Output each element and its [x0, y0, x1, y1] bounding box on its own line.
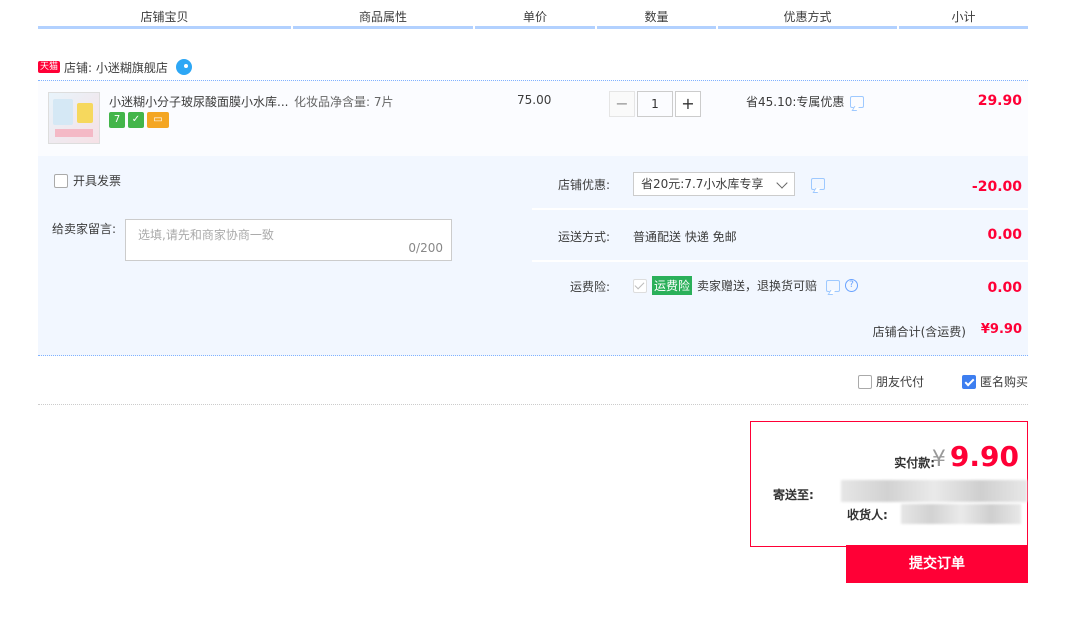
promotion-info-icon[interactable] [850, 95, 865, 108]
shipping-row: 运送方式: 普通配送 快递 免邮 0.00 [532, 210, 1028, 262]
friend-pay-checkbox[interactable] [857, 374, 872, 389]
tmall-badge: 天猫 [38, 61, 61, 73]
shop-total-label: 店铺合计(含运费) [872, 325, 966, 339]
discount-info-icon[interactable] [811, 178, 825, 190]
shop-total-row: 店铺合计(含运费) ¥9.90 [38, 305, 1028, 356]
quantity-input[interactable]: 1 [637, 91, 673, 117]
anonymous-checkbox[interactable] [961, 374, 976, 389]
product-attribute: 化妆品净含量: 7片 [294, 95, 394, 109]
shop-discount-row: 店铺优惠: 省20元:7.7小水库专享 -20.00 [532, 158, 1028, 210]
chat-seller-icon[interactable] [175, 59, 192, 75]
shipping-value: 0.00 [987, 227, 1022, 243]
column-header-attr: 商品属性 [293, 0, 473, 29]
actual-pay-label: 实付款: [894, 456, 935, 470]
column-header-subtotal: 小计 [899, 0, 1028, 29]
currency-symbol: ¥ [931, 447, 946, 472]
cart-item-row: 小迷糊小分子玻尿酸面膜小水库... 7 ✓ ▭ 化妆品净含量: 7片 75.00… [38, 80, 1028, 156]
insurance-chat-icon[interactable] [826, 279, 841, 292]
chevron-down-icon [776, 177, 788, 189]
item-promotion: 省45.10:专属优惠 [746, 93, 865, 110]
payment-summary: 实付款: ¥9.90 寄送至: 收货人: [750, 421, 1028, 547]
left-options: 开具发票 给卖家留言: 选填,请先和商家协商一致 0/200 [38, 156, 530, 305]
shop-total-value: ¥9.90 [980, 322, 1022, 337]
increase-quantity-button[interactable]: + [675, 91, 701, 117]
product-title[interactable]: 小迷糊小分子玻尿酸面膜小水库... [109, 93, 288, 110]
insurance-label: 运费险: [569, 280, 610, 294]
shop-row: 天猫 店铺: 小迷糊旗舰店 [38, 58, 192, 76]
product-thumbnail[interactable] [48, 92, 100, 144]
actual-pay-value: 9.90 [949, 440, 1019, 473]
item-subtotal: 29.90 [977, 93, 1022, 109]
shop-discount-select[interactable]: 省20元:7.7小水库专享 [633, 172, 795, 196]
friend-pay-label: 朋友代付 [875, 375, 924, 389]
insurance-value: 0.00 [987, 280, 1022, 296]
invoice-option[interactable]: 开具发票 [54, 172, 121, 189]
shop-discount-label: 店铺优惠: [557, 178, 610, 192]
anonymous-label: 匿名购买 [979, 375, 1028, 389]
promotion-text: 省45.10:专属优惠 [746, 95, 845, 109]
divider [38, 404, 1028, 405]
redacted-address [841, 480, 1027, 502]
friend-pay-option[interactable]: 朋友代付 [857, 373, 924, 390]
card-payment-icon: ▭ [147, 112, 169, 128]
service-badges: 7 ✓ ▭ [109, 112, 169, 128]
insurance-text: 卖家赠送，退换货可赔 [697, 279, 818, 293]
message-char-counter: 0/200 [408, 241, 443, 255]
message-label: 给卖家留言: [52, 222, 117, 236]
shipping-label: 运送方式: [557, 230, 610, 244]
receiver-label: 收货人: [847, 508, 888, 522]
guarantee-icon: ✓ [128, 112, 144, 128]
shop-discount-value: -20.00 [971, 179, 1022, 195]
right-options: 店铺优惠: 省20元:7.7小水库专享 -20.00 运送方式: 普通配送 快递… [532, 156, 1028, 305]
redacted-receiver [901, 504, 1021, 524]
invoice-checkbox[interactable] [54, 173, 68, 188]
seven-day-return-icon: 7 [109, 112, 125, 128]
decrease-quantity-button[interactable]: − [609, 91, 635, 117]
insurance-tag: 运费险 [652, 276, 693, 295]
shop-name[interactable]: 店铺: 小迷糊旗舰店 [64, 59, 168, 76]
payment-options: 朋友代付 匿名购买 [857, 373, 1028, 390]
column-header-quantity: 数量 [597, 0, 716, 29]
ship-to-label: 寄送至: [773, 488, 814, 502]
order-options-panel: 开具发票 给卖家留言: 选填,请先和商家协商一致 0/200 店铺优惠: 省20… [38, 156, 1028, 305]
column-header-promotion: 优惠方式 [718, 0, 897, 29]
insurance-checkbox [633, 278, 647, 293]
column-header-item: 店铺宝贝 [38, 0, 291, 29]
shop-discount-selected: 省20元:7.7小水库专享 [641, 177, 764, 191]
column-header: 店铺宝贝 商品属性 单价 数量 优惠方式 小计 [38, 0, 1028, 29]
invoice-label: 开具发票 [73, 174, 122, 188]
submit-order-button[interactable]: 提交订单 [846, 545, 1028, 583]
quantity-stepper: − 1 + [609, 91, 701, 117]
help-icon[interactable]: ? [845, 279, 859, 292]
unit-price: 75.00 [517, 93, 552, 107]
seller-message-input[interactable]: 选填,请先和商家协商一致 0/200 [125, 219, 452, 261]
anonymous-option[interactable]: 匿名购买 [961, 373, 1028, 390]
shipping-method: 普通配送 快递 免邮 [633, 230, 737, 244]
column-header-price: 单价 [475, 0, 595, 29]
message-placeholder: 选填,请先和商家协商一致 [138, 228, 274, 242]
actual-pay-amount: ¥9.90 [932, 440, 1019, 473]
